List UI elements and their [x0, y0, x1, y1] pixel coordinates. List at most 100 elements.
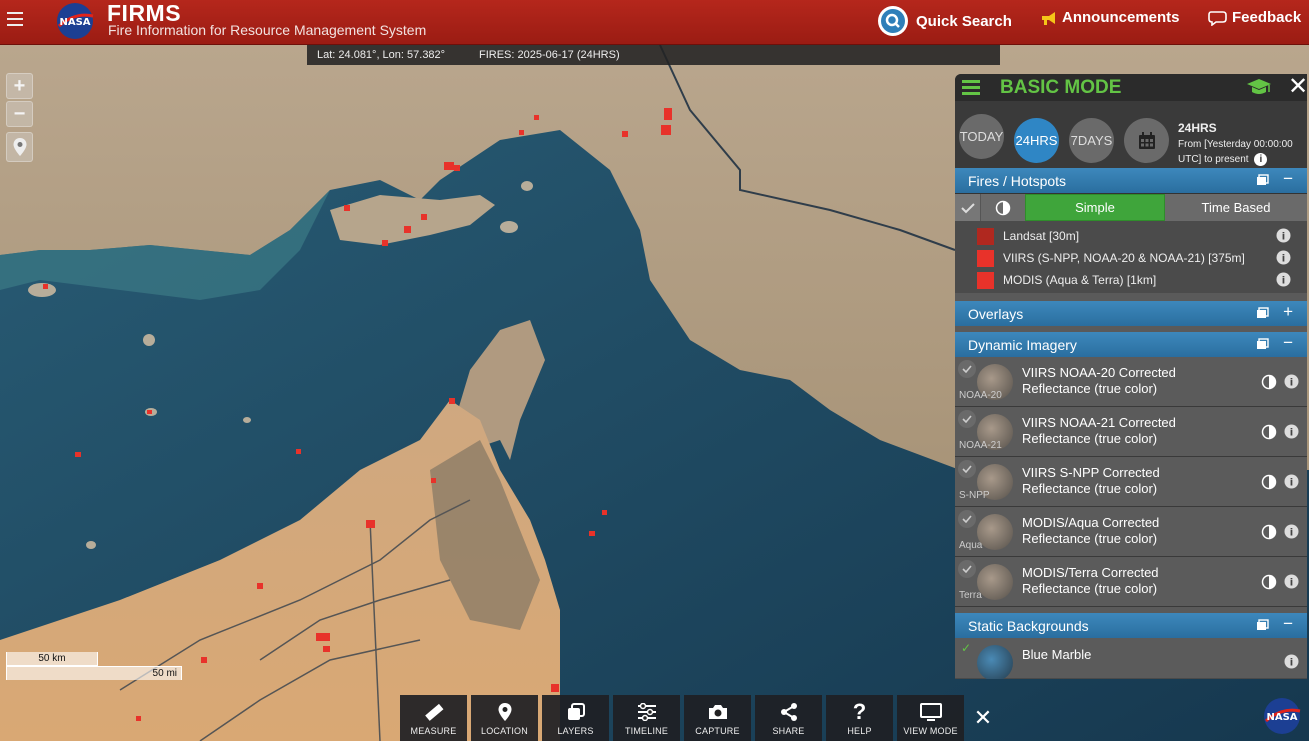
location-button[interactable]: LOCATION: [471, 695, 538, 741]
nasa-corner-logo[interactable]: NASA: [1262, 697, 1302, 735]
collapse-toggle[interactable]: −: [1283, 614, 1293, 634]
imagery-layer-row[interactable]: NOAA-21 VIIRS NOAA-21 Corrected Reflecta…: [955, 407, 1307, 457]
view-mode-button[interactable]: VIEW MODE: [897, 695, 964, 741]
fire-layer-label: MODIS (Aqua & Terra) [1km]: [1003, 273, 1157, 287]
fire-layer-landsat[interactable]: Landsat [30m] i: [955, 225, 1307, 247]
simple-mode-button[interactable]: Simple: [1025, 194, 1165, 221]
24hrs-button[interactable]: 24HRS: [1014, 118, 1059, 163]
time-range-heading: 24HRS: [1178, 121, 1217, 135]
layer-tag: NOAA-20: [959, 390, 1002, 401]
fires-hotspots-header[interactable]: Fires / Hotspots −: [955, 168, 1307, 193]
half-circle-icon[interactable]: [1261, 474, 1277, 495]
fires-date: FIRES: 2025-06-17 (24HRS): [479, 49, 620, 61]
imagery-layer-row[interactable]: Terra MODIS/Terra Corrected Reflectance …: [955, 557, 1307, 607]
layer-checkbox[interactable]: [958, 360, 976, 378]
info-icon[interactable]: i: [1276, 250, 1291, 268]
static-backgrounds-header[interactable]: Static Backgrounds −: [955, 613, 1307, 638]
graduation-cap-icon[interactable]: [1246, 77, 1272, 102]
svg-text:i: i: [1282, 232, 1285, 243]
imagery-layer-row[interactable]: S-NPP VIIRS S-NPP Corrected Reflectance …: [955, 457, 1307, 507]
calendar-button[interactable]: [1124, 118, 1169, 163]
location-pin-icon: [13, 138, 26, 156]
svg-text:i: i: [1290, 428, 1293, 439]
imagery-layer-row[interactable]: NOAA-20 VIIRS NOAA-20 Corrected Reflecta…: [955, 357, 1307, 407]
fire-layer-label: Landsat [30m]: [1003, 229, 1080, 243]
overlays-header[interactable]: Overlays +: [955, 301, 1307, 326]
layers-button[interactable]: LAYERS: [542, 695, 609, 741]
7days-button[interactable]: 7DAYS: [1069, 118, 1114, 163]
info-icon[interactable]: i: [1276, 272, 1291, 290]
collapse-toggle[interactable]: −: [1283, 169, 1293, 189]
info-icon[interactable]: i: [1276, 228, 1291, 246]
announcements-button[interactable]: Announcements: [1040, 9, 1180, 26]
half-circle-icon[interactable]: [1261, 524, 1277, 545]
fire-layer-modis[interactable]: MODIS (Aqua & Terra) [1km] i: [955, 269, 1307, 291]
help-button[interactable]: ? HELP: [826, 695, 893, 741]
opacity-toggle[interactable]: [981, 194, 1025, 221]
dynamic-imagery-header[interactable]: Dynamic Imagery −: [955, 332, 1307, 357]
locate-button[interactable]: [6, 132, 33, 162]
panel-close-icon[interactable]: ✕: [1288, 74, 1307, 100]
info-icon[interactable]: i: [1284, 424, 1299, 444]
quick-search-button[interactable]: Quick Search: [878, 5, 1012, 37]
layer-tag: S-NPP: [959, 490, 990, 501]
info-icon[interactable]: i: [1284, 574, 1299, 594]
info-icon[interactable]: i: [1284, 474, 1299, 494]
measure-label: MEASURE: [410, 725, 457, 736]
scale-km: 50 km: [6, 652, 98, 666]
info-icon[interactable]: i: [1284, 374, 1299, 394]
today-button[interactable]: TODAY: [959, 114, 1004, 159]
svg-text:i: i: [1290, 658, 1293, 669]
cursor-coordinates: Lat: 24.081°, Lon: 57.382°: [317, 49, 446, 61]
half-circle-icon[interactable]: [1261, 574, 1277, 595]
layer-checkbox[interactable]: [958, 410, 976, 428]
zoom-in-button[interactable]: +: [6, 73, 33, 99]
half-circle-icon[interactable]: [1261, 374, 1277, 395]
dynamic-imagery-title: Dynamic Imagery: [968, 336, 1077, 353]
external-window-icon[interactable]: [1256, 618, 1269, 634]
panel-menu-icon[interactable]: [962, 80, 980, 98]
zoom-out-button[interactable]: −: [6, 101, 33, 127]
fires-hotspots-title: Fires / Hotspots: [968, 172, 1067, 189]
expand-toggle[interactable]: +: [1283, 302, 1293, 322]
static-backgrounds-title: Static Backgrounds: [968, 617, 1089, 634]
share-button[interactable]: SHARE: [755, 695, 822, 741]
info-icon[interactable]: i: [1284, 524, 1299, 544]
imagery-layer-row[interactable]: Aqua MODIS/Aqua Corrected Reflectance (t…: [955, 507, 1307, 557]
svg-text:i: i: [1282, 276, 1285, 287]
measure-button[interactable]: MEASURE: [400, 695, 467, 741]
view-mode-label: VIEW MODE: [903, 725, 958, 736]
nasa-logo[interactable]: NASA: [55, 2, 95, 40]
question-icon: ?: [852, 698, 867, 724]
layer-name: MODIS/Terra Corrected Reflectance (true …: [1022, 565, 1159, 596]
capture-label: CAPTURE: [695, 725, 740, 736]
half-circle-icon[interactable]: [1261, 424, 1277, 445]
capture-button[interactable]: CAPTURE: [684, 695, 751, 741]
svg-text:i: i: [1290, 378, 1293, 389]
check-icon[interactable]: ✓: [961, 641, 971, 655]
fire-layer-label: VIIRS (S-NPP, NOAA-20 & NOAA-21) [375m]: [1003, 251, 1245, 265]
main-menu-icon[interactable]: [7, 12, 23, 26]
layer-checkbox[interactable]: [958, 510, 976, 528]
zoom-controls: + −: [6, 73, 33, 129]
timeline-button[interactable]: TIMELINE: [613, 695, 680, 741]
collapse-toggle[interactable]: −: [1283, 333, 1293, 353]
info-icon[interactable]: i: [1284, 654, 1299, 674]
modis-swatch: [977, 271, 994, 289]
toolbar-close-icon[interactable]: ✕: [968, 695, 998, 741]
layer-name: MODIS/Aqua Corrected Reflectance (true c…: [1022, 515, 1160, 546]
layer-checkbox[interactable]: [958, 560, 976, 578]
sliders-icon: [637, 701, 657, 723]
fire-layer-viirs[interactable]: VIIRS (S-NPP, NOAA-20 & NOAA-21) [375m] …: [955, 247, 1307, 269]
feedback-button[interactable]: Feedback: [1208, 9, 1301, 26]
external-window-icon[interactable]: [1256, 173, 1269, 189]
location-label: LOCATION: [481, 725, 528, 736]
time-based-mode-button[interactable]: Time Based: [1165, 194, 1307, 221]
external-window-icon[interactable]: [1256, 337, 1269, 353]
select-all-checkbox[interactable]: [955, 194, 981, 221]
layer-tag: Terra: [959, 590, 982, 601]
background-layer-row[interactable]: ✓ Blue Marble i: [955, 638, 1307, 679]
external-window-icon[interactable]: [1256, 306, 1269, 322]
info-icon[interactable]: i: [1254, 153, 1268, 166]
layer-checkbox[interactable]: [958, 460, 976, 478]
